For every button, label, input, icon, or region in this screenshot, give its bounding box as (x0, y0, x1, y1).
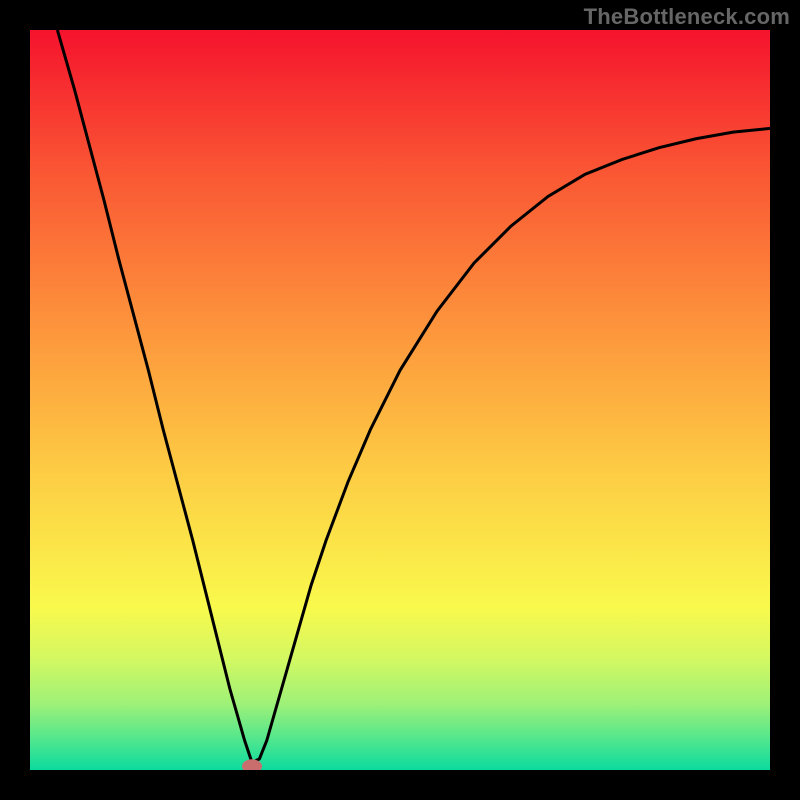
y-axis (0, 0, 30, 800)
chart-svg (0, 0, 800, 800)
x-axis (0, 770, 800, 800)
plot-area (30, 30, 770, 770)
watermark-text: TheBottleneck.com (584, 4, 790, 30)
bottleneck-curve-chart: TheBottleneck.com (0, 0, 800, 800)
